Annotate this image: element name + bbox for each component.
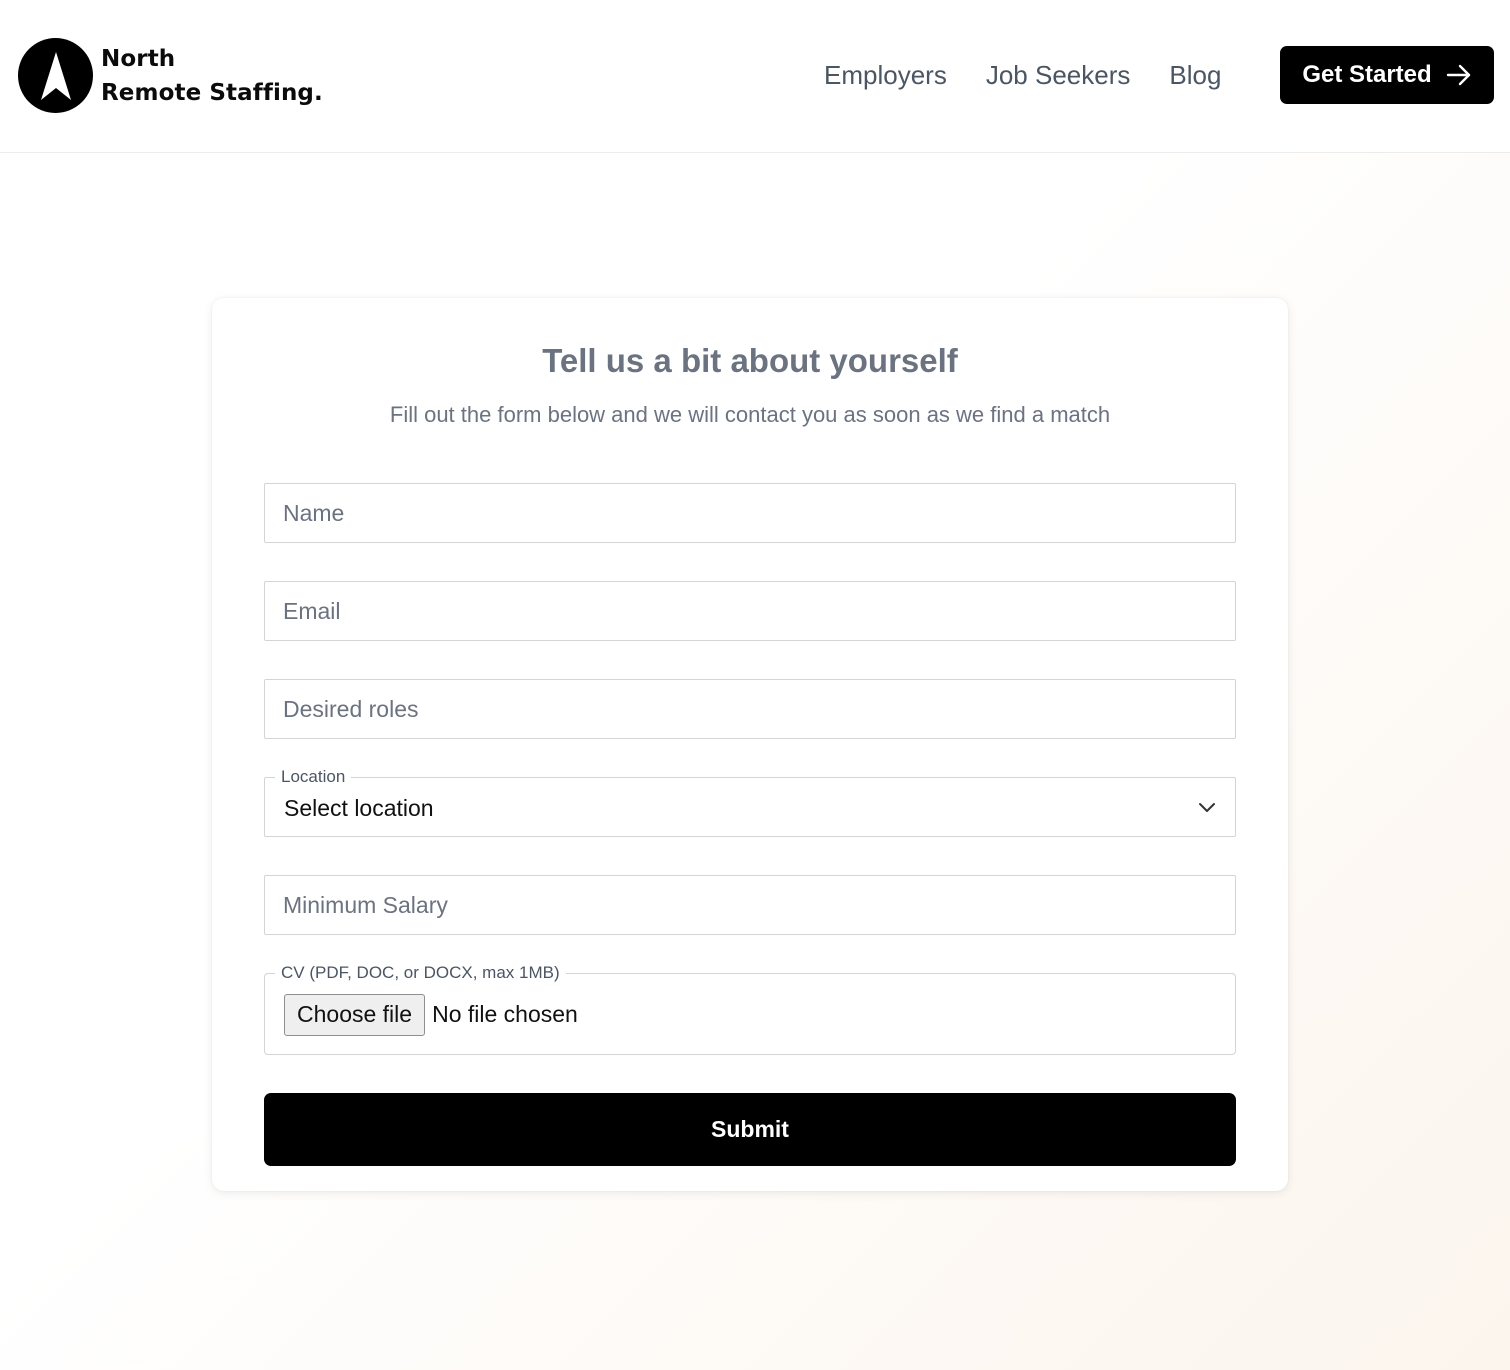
main-nav: Employers Job Seekers Blog [824, 52, 1221, 98]
email-field [264, 581, 1236, 641]
file-status-text: No file chosen [432, 1000, 578, 1027]
location-select[interactable]: Location Select location [264, 767, 1236, 837]
cv-label: CV (PDF, DOC, or DOCX, max 1MB) [275, 963, 566, 983]
nav-link-blog[interactable]: Blog [1169, 52, 1221, 98]
nav-link-employers[interactable]: Employers [824, 52, 947, 98]
brand-logo-link[interactable]: North Remote Staffing. [18, 38, 323, 113]
cv-upload-field: CV (PDF, DOC, or DOCX, max 1MB) Choose f… [264, 963, 1236, 1055]
choose-file-button[interactable]: Choose file [284, 993, 426, 1036]
email-input[interactable] [265, 582, 1235, 640]
location-selected-value: Select location [284, 794, 434, 821]
chevron-down-icon [1198, 801, 1216, 813]
name-input[interactable] [265, 484, 1235, 542]
north-arrow-logo-icon [18, 38, 93, 113]
minimum-salary-field [264, 875, 1236, 935]
brand-name: North Remote Staffing. [101, 42, 323, 110]
nav-link-job-seekers[interactable]: Job Seekers [986, 52, 1131, 98]
site-header: North Remote Staffing. Employers Job See… [0, 0, 1510, 153]
arrow-right-icon [1446, 64, 1472, 86]
submit-button[interactable]: Submit [264, 1093, 1236, 1166]
desired-roles-field [264, 679, 1236, 739]
name-field [264, 483, 1236, 543]
get-started-button[interactable]: Get Started [1280, 46, 1494, 104]
get-started-label: Get Started [1302, 61, 1432, 88]
brand-name-line2: Remote Staffing. [101, 79, 323, 106]
location-label: Location [275, 767, 352, 787]
form-title: Tell us a bit about yourself [542, 342, 958, 379]
minimum-salary-input[interactable] [265, 876, 1235, 934]
form-subtitle: Fill out the form below and we will cont… [389, 402, 1111, 427]
brand-name-line1: North [101, 45, 176, 72]
candidate-form-card: Tell us a bit about yourself Fill out th… [212, 298, 1288, 1191]
desired-roles-input[interactable] [265, 680, 1235, 738]
